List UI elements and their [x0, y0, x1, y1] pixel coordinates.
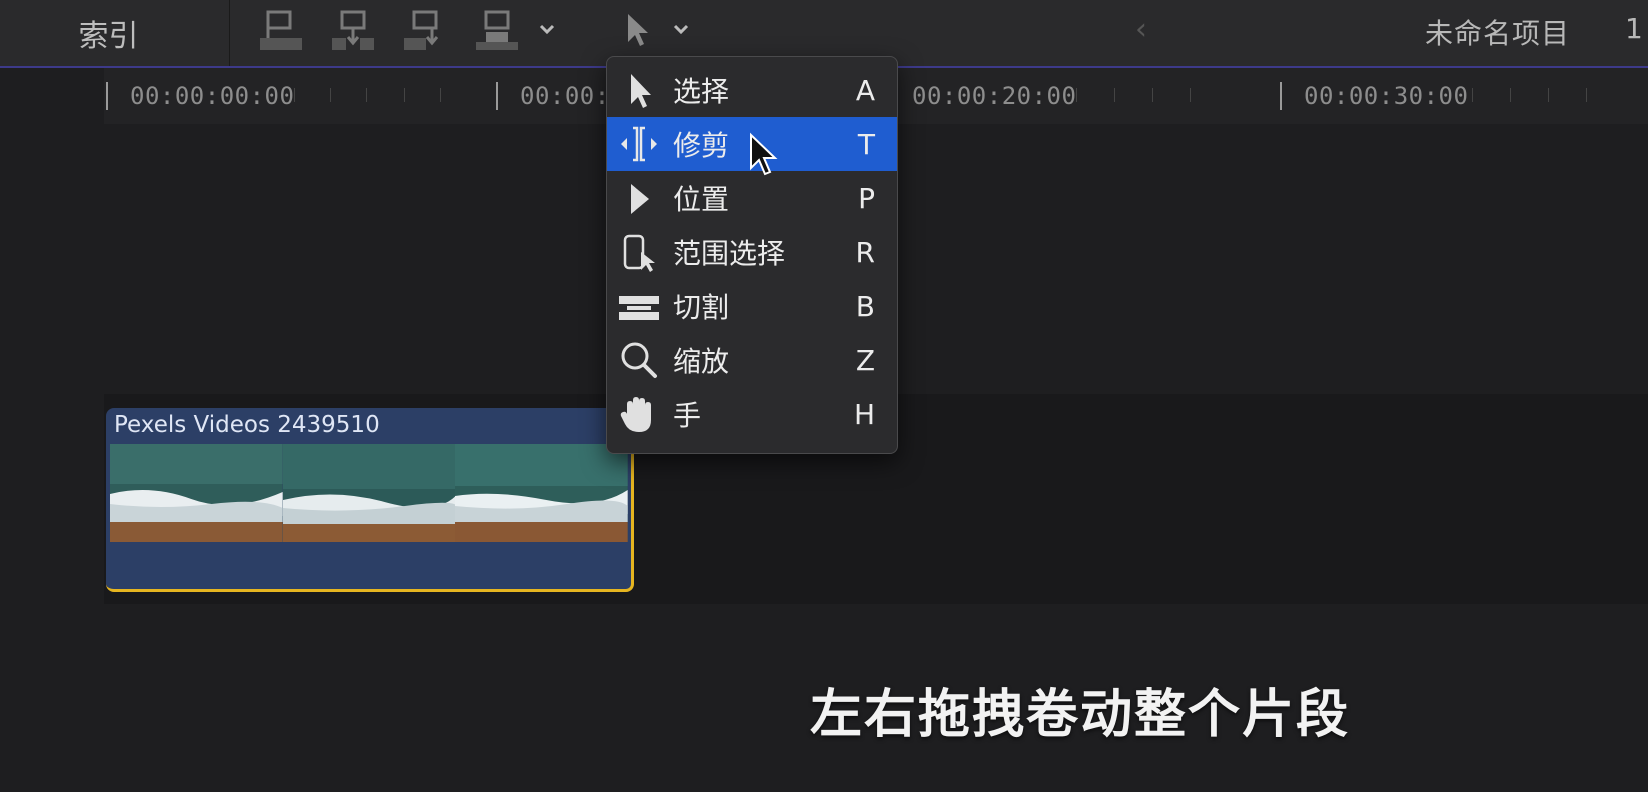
ruler-major-tick: [1280, 82, 1282, 110]
ruler-minor-tick: [1190, 88, 1191, 102]
ruler-timecode: 00:00:00:00: [130, 82, 295, 110]
menu-item-label: 范围选择: [673, 237, 786, 270]
ruler-major-tick: [106, 82, 108, 110]
tool-menu: 选择 A 修剪 T 位置 P 范围选择 R 切割 B 缩放 Z 手 H: [606, 56, 898, 454]
menu-item-label: 修剪: [673, 129, 730, 162]
menu-item-hand[interactable]: 手 H: [607, 387, 897, 441]
index-button[interactable]: 索引: [0, 0, 230, 66]
project-title: 未命名项目: [1425, 17, 1571, 50]
menu-item-shortcut: R: [855, 235, 875, 269]
menu-item-shortcut: A: [855, 73, 875, 107]
ruler-timecode: 00:00:30:00: [1304, 82, 1469, 110]
ruler-minor-tick: [404, 88, 405, 102]
clip-filmstrip: [110, 444, 628, 542]
video-subtitle: 左右拖拽卷动整个片段: [810, 685, 1351, 745]
mouse-pointer-icon: [748, 132, 780, 180]
menu-item-label: 选择: [673, 75, 730, 108]
project-extra: 1: [1625, 12, 1643, 45]
connect-clip-icon[interactable]: [256, 8, 306, 54]
menu-item-blade[interactable]: 切割 B: [607, 279, 897, 333]
arrow-icon: [617, 68, 661, 112]
ruler-minor-tick: [440, 88, 441, 102]
ruler-minor-tick: [1586, 88, 1587, 102]
menu-item-shortcut: H: [853, 397, 875, 431]
ruler-minor-tick: [1510, 88, 1511, 102]
ruler-major-tick: [496, 82, 498, 110]
blade-icon: [617, 284, 661, 328]
menu-item-label: 缩放: [673, 345, 730, 378]
append-clip-icon[interactable]: [400, 8, 450, 54]
menu-item-shortcut: P: [858, 181, 875, 215]
ruler-minor-tick: [330, 88, 331, 102]
ruler-minor-tick: [1548, 88, 1549, 102]
clip-thumbnail: [282, 444, 456, 542]
hand-icon: [617, 392, 661, 436]
ruler-minor-tick: [1076, 88, 1077, 102]
insert-clip-icon[interactable]: [328, 8, 378, 54]
menu-item-zoom[interactable]: 缩放 Z: [607, 333, 897, 387]
timeline-gutter: [0, 68, 104, 792]
trim-icon: [617, 122, 661, 166]
ruler-minor-tick: [1472, 88, 1473, 102]
range-select-icon: [617, 230, 661, 274]
ruler-timecode: 00:00:: [520, 82, 610, 110]
menu-item-label: 手: [673, 399, 702, 432]
menu-item-select[interactable]: 选择 A: [607, 63, 897, 117]
menu-item-range-select[interactable]: 范围选择 R: [607, 225, 897, 279]
menu-item-shortcut: Z: [855, 343, 875, 377]
ruler-minor-tick: [1152, 88, 1153, 102]
chevron-down-icon[interactable]: [536, 18, 558, 40]
position-icon: [617, 176, 661, 220]
back-arrow-icon[interactable]: ‹: [1135, 12, 1147, 47]
zoom-icon: [617, 338, 661, 382]
menu-item-label: 位置: [673, 183, 730, 216]
menu-item-shortcut: B: [855, 289, 875, 323]
video-clip[interactable]: Pexels Videos 2439510: [106, 408, 634, 592]
overwrite-clip-icon[interactable]: [472, 8, 522, 54]
menu-item-label: 切割: [673, 291, 730, 324]
chevron-down-icon[interactable]: [670, 18, 692, 40]
ruler-minor-tick: [1114, 88, 1115, 102]
clip-title: Pexels Videos 2439510: [114, 412, 380, 438]
clip-thumbnail: [455, 444, 628, 542]
select-tool-icon[interactable]: [616, 8, 656, 54]
ruler-minor-tick: [366, 88, 367, 102]
menu-item-shortcut: T: [857, 127, 875, 161]
ruler-timecode: 00:00:20:00: [912, 82, 1077, 110]
ruler-minor-tick: [294, 88, 295, 102]
clip-thumbnail: [110, 444, 283, 542]
